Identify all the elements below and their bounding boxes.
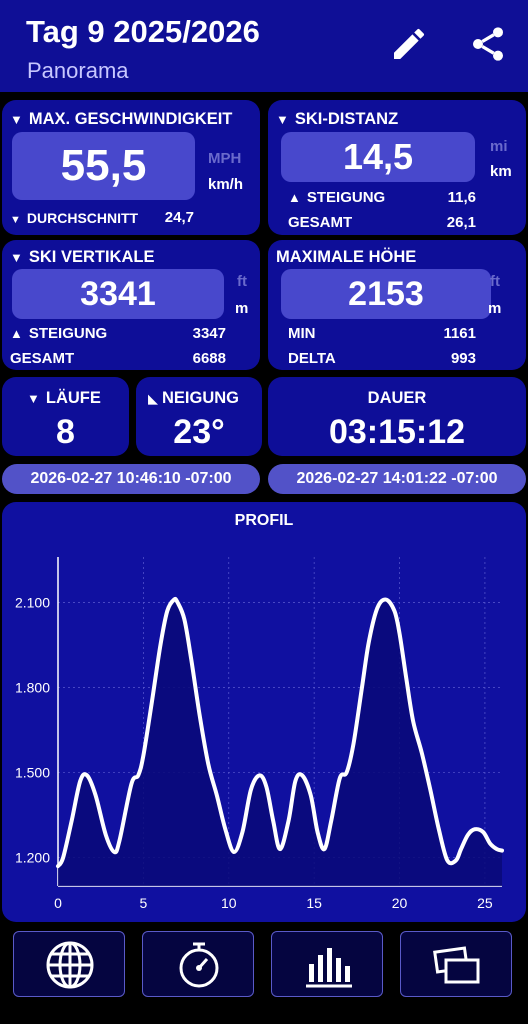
nav-stopwatch-button[interactable] [142, 931, 254, 997]
distance-climb-value: 11,6 [447, 189, 476, 206]
nav-map-button[interactable] [13, 931, 125, 997]
x-tick-label: 0 [54, 895, 62, 911]
runs-value: 8 [56, 413, 75, 451]
pencil-icon[interactable] [389, 24, 429, 64]
x-tick-label: 20 [392, 895, 408, 911]
max-altitude-label: MAXIMALE HÖHE [276, 248, 417, 266]
start-time-pill: 2026-02-27 10:46:10 -07:00 [2, 464, 260, 494]
slope-card[interactable]: ◣ NEIGUNG 23° [136, 377, 262, 456]
x-tick-label: 10 [221, 895, 237, 911]
profile-chart: 0 5 10 15 20 25 1.200 1.500 1.800 2.100 [15, 557, 504, 911]
ski-vertical-value: 3341 [12, 269, 224, 319]
x-tick-label: 15 [306, 895, 322, 911]
unit-mph[interactable]: MPH [208, 150, 241, 167]
max-altitude-value: 2153 [281, 269, 491, 319]
x-tick-label: 5 [139, 895, 147, 911]
avg-speed-value: 24,7 [164, 209, 194, 226]
runs-label: LÄUFE [45, 389, 101, 407]
unit-m[interactable]: m [235, 300, 248, 317]
y-tick-label: 1.500 [15, 765, 50, 781]
vertical-climb-label: STEIGUNG [28, 325, 108, 342]
vertical-total-label: GESAMT [10, 350, 75, 367]
up-triangle-icon: ▲ [288, 190, 301, 205]
collapse-triangle-icon: ▼ [10, 112, 23, 127]
up-triangle-icon: ▲ [10, 326, 23, 341]
x-tick-label: 25 [477, 895, 493, 911]
slope-label: NEIGUNG [162, 389, 240, 407]
collapse-triangle-icon: ▼ [10, 250, 23, 265]
unit-ft[interactable]: ft [237, 273, 247, 290]
collapse-triangle-icon: ▼ [27, 391, 40, 406]
max-speed-label: MAX. GESCHWINDIGKEIT [28, 110, 233, 128]
runs-card[interactable]: ▼ LÄUFE 8 [2, 377, 129, 456]
distance-total-value: 26,1 [446, 214, 476, 231]
bar-chart-icon [306, 948, 352, 988]
y-tick-label: 1.200 [15, 850, 50, 866]
unit-kmh[interactable]: km/h [208, 176, 243, 193]
nav-history-button[interactable] [400, 931, 512, 997]
ski-distance-value: 14,5 [281, 132, 475, 182]
stopwatch-icon [179, 942, 219, 988]
y-tick-label: 2.100 [15, 594, 50, 610]
slope-angle-icon: ◣ [148, 391, 158, 406]
slope-value: 23° [173, 413, 225, 451]
duration-value: 03:15:12 [328, 413, 466, 451]
profile-area-fill [58, 598, 502, 886]
globe-icon [46, 941, 94, 989]
vertical-climb-value: 3347 [192, 325, 226, 342]
unit-mi[interactable]: mi [490, 138, 508, 155]
unit-km[interactable]: km [490, 163, 512, 180]
vertical-total-value: 6688 [192, 350, 226, 367]
distance-total-label: GESAMT [288, 214, 353, 231]
delta-altitude-label: DELTA [288, 350, 336, 367]
share-icon[interactable] [468, 24, 508, 64]
duration-label: DAUER [367, 389, 427, 407]
ski-vertical-label: SKI VERTIKALE [28, 248, 155, 266]
ski-distance-label: SKI-DISTANZ [294, 110, 399, 128]
distance-climb-label: STEIGUNG [306, 189, 386, 206]
unit-m[interactable]: m [488, 300, 501, 317]
page-title: Tag 9 2025/2026 [26, 14, 260, 49]
ski-vertical-card[interactable]: ▼ SKI VERTIKALE 3341 ft m ▲ STEIGUNG 3347 … [2, 240, 260, 370]
max-altitude-card[interactable]: MAXIMALE HÖHE 2153 ft m MIN 1161 DELTA 9… [268, 240, 526, 370]
min-altitude-label: MIN [288, 325, 316, 342]
collapse-triangle-icon: ▼ [10, 214, 21, 226]
duration-card[interactable]: DAUER 03:15:12 [268, 377, 526, 456]
y-tick-label: 1.800 [15, 679, 50, 695]
app-header: Tag 9 2025/2026 Panorama [0, 0, 528, 92]
ski-distance-card[interactable]: ▼ SKI-DISTANZ 14,5 mi km ▲ STEIGUNG 11,6 G… [268, 100, 526, 235]
collapse-triangle-icon: ▼ [276, 112, 289, 127]
nav-stats-button[interactable] [271, 931, 383, 997]
delta-altitude-value: 993 [450, 350, 476, 367]
resort-name: Panorama [27, 58, 129, 83]
unit-ft[interactable]: ft [490, 273, 500, 290]
overlapping-windows-icon [433, 946, 480, 984]
max-speed-value: 55,5 [12, 132, 195, 200]
min-altitude-value: 1161 [443, 325, 476, 342]
profile-chart-card[interactable]: PROFIL 0 5 10 15 20 25 1.200 1.500 1.800 2.100 [2, 502, 526, 922]
avg-speed-label: DURCHSCHNITT [26, 210, 139, 226]
max-speed-card[interactable]: ▼ MAX. GESCHWINDIGKEIT 55,5 MPH km/h ▼ DUR… [2, 100, 260, 235]
end-time-pill: 2026-02-27 14:01:22 -07:00 [268, 464, 526, 494]
